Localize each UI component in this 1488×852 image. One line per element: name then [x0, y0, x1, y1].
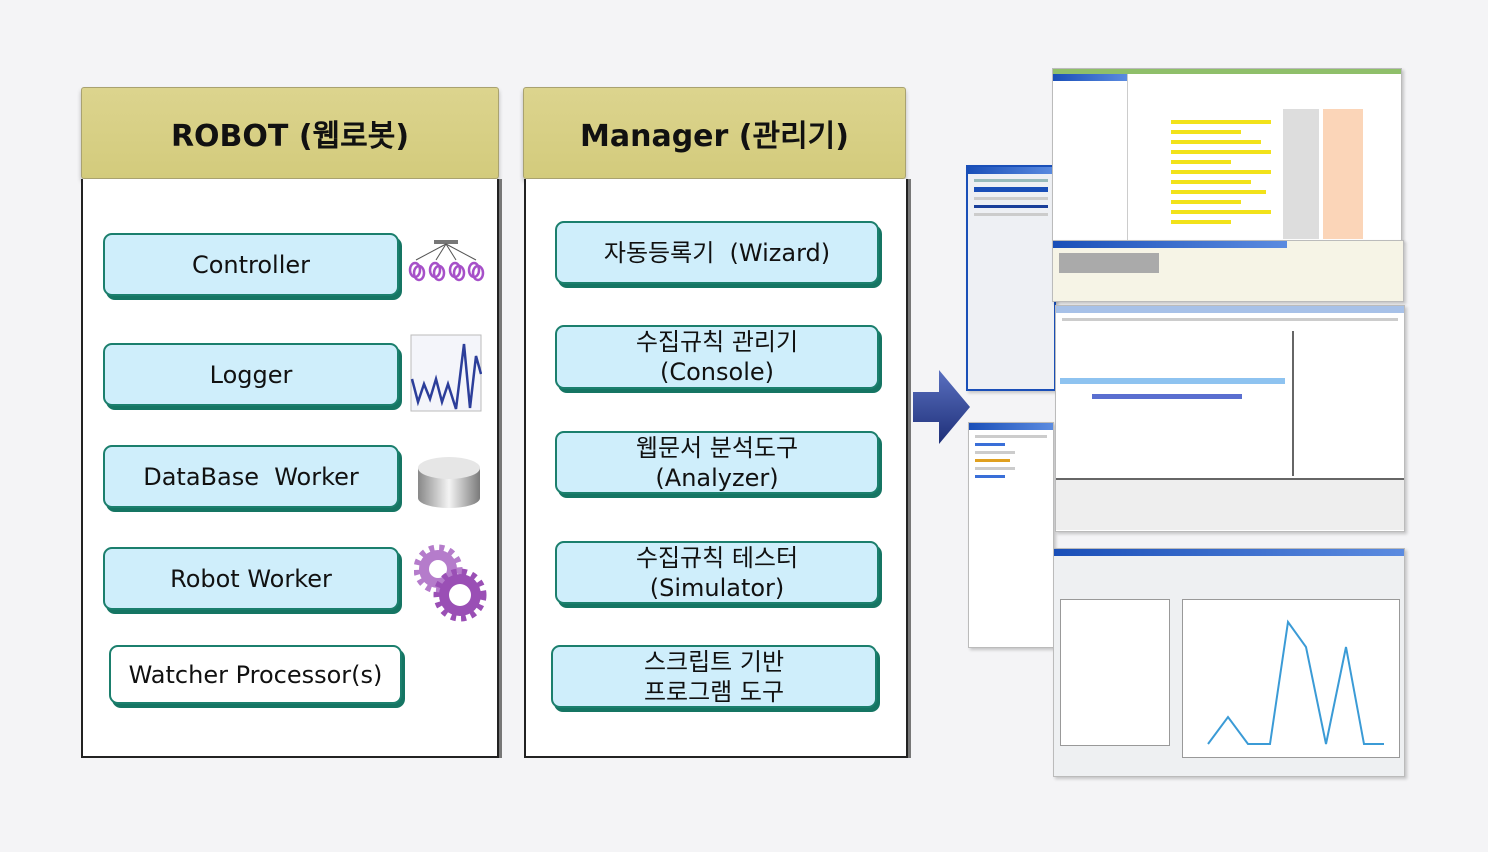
hierarchy-icon	[408, 240, 485, 282]
analyzer-box: 웹문서 분석도구 (Analyzer)	[555, 431, 879, 494]
simulator-box: 수집규칙 테스터 (Simulator)	[555, 541, 879, 604]
box-label: (Analyzer)	[655, 463, 779, 492]
box-label: 프로그램 도구	[643, 677, 785, 706]
tree-screenshot	[968, 422, 1054, 648]
box-label: 수집규칙 관리기	[635, 328, 799, 356]
database-icon	[418, 457, 480, 508]
script-tool-box: 스크립트 기반 프로그램 도구	[551, 645, 877, 708]
line-chart-thumbnail	[1207, 619, 1384, 745]
manager-header: Manager (관리기)	[523, 87, 906, 179]
box-label: Logger	[209, 360, 293, 389]
box-label: Robot Worker	[170, 564, 332, 593]
database-worker-box: DataBase Worker	[103, 445, 399, 508]
box-label: DataBase Worker	[143, 462, 359, 491]
line-graph-icon	[410, 334, 482, 412]
robot-worker-box: Robot Worker	[103, 547, 399, 610]
controller-box: Controller	[103, 233, 399, 296]
console-screenshot	[1052, 68, 1402, 242]
box-label: 자동등록기 (Wizard)	[603, 238, 831, 267]
gears-icon	[414, 544, 487, 622]
logger-box: Logger	[103, 343, 399, 406]
box-label: Watcher Processor(s)	[128, 660, 383, 689]
robot-title: ROBOT (웹로봇)	[170, 119, 410, 154]
analyzer-screenshot	[1055, 305, 1405, 532]
arrow-right-icon	[913, 370, 970, 444]
simulator-screenshot	[1053, 548, 1405, 777]
box-label: 웹문서 분석도구	[635, 433, 799, 462]
log-screenshot	[1052, 240, 1404, 302]
wizard-box: 자동등록기 (Wizard)	[555, 221, 879, 284]
box-label: (Console)	[660, 358, 774, 386]
wizard-screenshot	[966, 165, 1056, 391]
robot-header: ROBOT (웹로봇)	[81, 87, 499, 179]
manager-title: Manager (관리기)	[580, 119, 849, 154]
box-label: (Simulator)	[649, 573, 785, 602]
box-label: Controller	[191, 250, 311, 279]
box-label: 스크립트 기반	[643, 647, 785, 676]
watcher-processor-box: Watcher Processor(s)	[109, 645, 402, 704]
box-label: 수집규칙 테스터	[635, 543, 799, 572]
console-box: 수집규칙 관리기 (Console)	[555, 325, 879, 389]
